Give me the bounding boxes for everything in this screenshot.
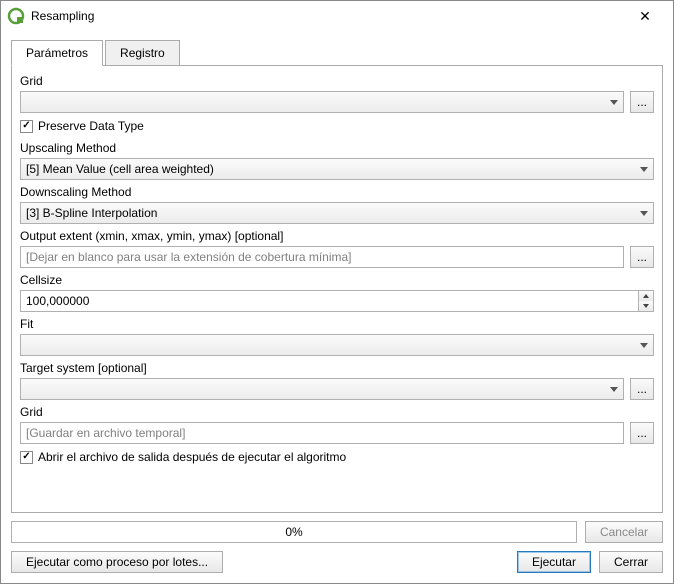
label-grid-input: Grid [20,74,654,88]
upscaling-select[interactable]: [5] Mean Value (cell area weighted) [20,158,654,180]
footer: 0% Cancelar Ejecutar como proceso por lo… [1,521,673,583]
resampling-dialog: Resampling ✕ Parámetros Registro Grid ..… [0,0,674,584]
grid-output-input[interactable] [20,422,624,444]
cancel-button[interactable]: Cancelar [585,521,663,543]
label-grid-output: Grid [20,405,654,419]
extent-field[interactable] [26,250,618,264]
parameters-panel: Grid ... Preserve Data Type Upscaling Me… [11,65,663,513]
extent-input[interactable] [20,246,624,268]
tab-parametros[interactable]: Parámetros [11,40,103,66]
chevron-down-icon [640,167,648,172]
label-extent: Output extent (xmin, xmax, ymin, ymax) [… [20,229,654,243]
tab-registro[interactable]: Registro [105,40,180,66]
chevron-down-icon [610,100,618,105]
grid-input-select[interactable] [20,91,624,113]
batch-process-button[interactable]: Ejecutar como proceso por lotes... [11,551,223,573]
cellsize-increment[interactable] [639,291,653,301]
downscaling-select[interactable]: [3] B-Spline Interpolation [20,202,654,224]
label-cellsize: Cellsize [20,273,654,287]
downscaling-value: [3] B-Spline Interpolation [26,206,636,220]
upscaling-value: [5] Mean Value (cell area weighted) [26,162,636,176]
chevron-down-icon [640,343,648,348]
qgis-icon [7,7,25,25]
checkbox-icon [20,120,33,133]
cellsize-spinner [638,290,654,312]
window-title: Resampling [31,9,625,23]
titlebar: Resampling ✕ [1,1,673,31]
label-target: Target system [optional] [20,361,654,375]
cellsize-field[interactable] [26,294,633,308]
chevron-down-icon [610,387,618,392]
target-select[interactable] [20,378,624,400]
progress-bar: 0% [11,521,577,543]
label-fit: Fit [20,317,654,331]
tab-bar: Parámetros Registro [11,40,663,66]
progress-text: 0% [285,525,302,539]
target-browse-button[interactable]: ... [630,378,654,400]
label-upscaling: Upscaling Method [20,141,654,155]
extent-browse-button[interactable]: ... [630,246,654,268]
preserve-label: Preserve Data Type [38,119,144,133]
open-output-label: Abrir el archivo de salida después de ej… [38,450,346,464]
cellsize-decrement[interactable] [639,301,653,311]
content-area: Parámetros Registro Grid ... Preserve Da… [1,31,673,521]
chevron-down-icon [640,211,648,216]
grid-output-browse-button[interactable]: ... [630,422,654,444]
close-button[interactable]: Cerrar [599,551,663,573]
label-downscaling: Downscaling Method [20,185,654,199]
grid-output-field[interactable] [26,426,618,440]
grid-input-browse-button[interactable]: ... [630,91,654,113]
close-icon[interactable]: ✕ [625,2,665,30]
open-output-checkbox[interactable]: Abrir el archivo de salida después de ej… [20,450,654,464]
run-button[interactable]: Ejecutar [517,551,591,573]
fit-select[interactable] [20,334,654,356]
preserve-data-type-checkbox[interactable]: Preserve Data Type [20,119,654,133]
cellsize-spinbox[interactable] [20,290,654,312]
checkbox-icon [20,451,33,464]
